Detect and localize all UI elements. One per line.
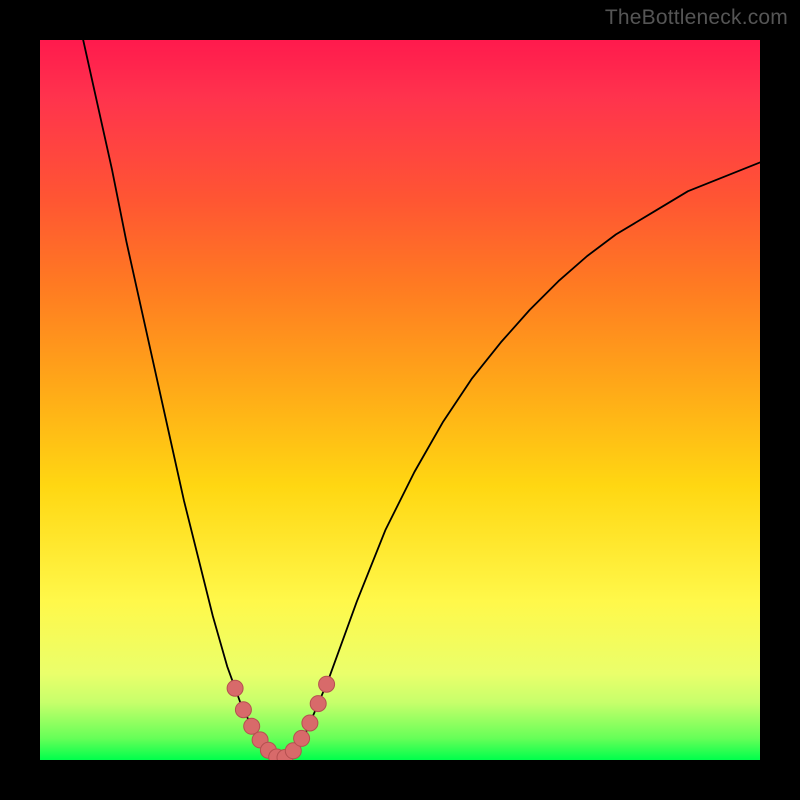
bottleneck-curve [83, 40, 760, 760]
sweetspot-dot [302, 715, 318, 731]
watermark-text: TheBottleneck.com [605, 6, 788, 30]
sweetspot-dot [235, 702, 251, 718]
sweetspot-dot [319, 676, 335, 692]
plot-area [40, 40, 760, 760]
chart-svg [40, 40, 760, 760]
sweetspot-dot [294, 730, 310, 746]
sweetspot-dot [227, 680, 243, 696]
sweetspot-dots [227, 676, 335, 760]
chart-frame: TheBottleneck.com [0, 0, 800, 800]
sweetspot-dot [310, 696, 326, 712]
